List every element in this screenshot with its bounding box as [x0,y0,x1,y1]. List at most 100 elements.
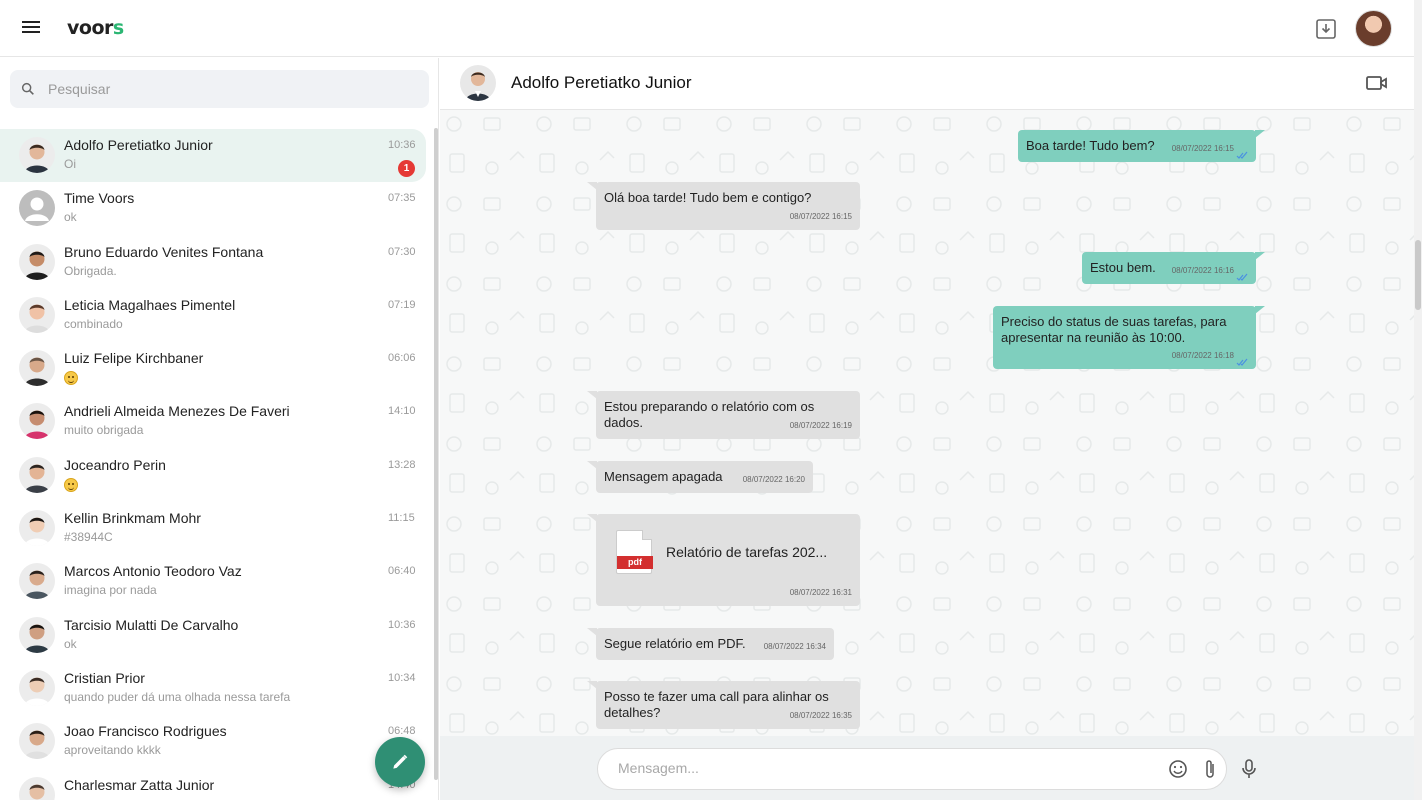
avatar [19,669,55,706]
incoming-message[interactable]: Mensagem apagada 08/07/2022 16:20 [587,461,813,493]
conversation-name: Kellin Brinkmam Mohr [64,510,201,527]
avatar [19,510,55,547]
attach-icon[interactable] [1202,758,1218,780]
last-message-preview: muito obrigada [64,423,144,438]
user-avatar[interactable] [1355,10,1392,47]
conversation-item[interactable]: Cristian Prior quando puder dá uma olhada… [0,662,430,715]
read-receipt-icon [1236,270,1248,281]
message-composer [440,736,1414,800]
message-timestamp: 08/07/2022 16:16 [1171,266,1234,275]
read-receipt-icon [1236,148,1248,159]
message-input[interactable] [618,760,1138,776]
avatar [19,563,55,600]
incoming-message[interactable]: Estou preparando o relatório com os dado… [587,391,860,439]
chat-header: Adolfo Peretiatko Junior [440,58,1414,110]
search-box[interactable] [10,70,429,108]
download-icon[interactable] [1314,17,1338,41]
conversation-item[interactable]: Bruno Eduardo Venites Fontana Obrigada. 07… [0,236,430,289]
chat-background-pattern [440,110,1414,736]
conversation-item[interactable]: Kellin Brinkmam Mohr #38944C 11:15 [0,502,430,555]
conversation-time: 07:30 [388,245,416,258]
smiley-emoji-icon [64,371,78,386]
microphone-icon[interactable] [1240,758,1258,780]
conversation-item[interactable]: Joceandro Perin 13:28 [0,449,430,502]
message-timestamp: 08/07/2022 16:19 [789,421,852,430]
conversation-item[interactable]: Luiz Felipe Kirchbaner 06:06 [0,342,430,395]
last-message-preview: combinado [64,316,123,331]
page-scrollbar[interactable] [1414,0,1422,800]
conversation-time: 07:19 [388,298,416,311]
conversation-name: Tarcisio Mulatti De Carvalho [64,616,239,633]
conversation-item[interactable]: Charlesmar Zatta Junior14:40 [0,769,430,800]
video-call-icon[interactable] [1365,73,1389,93]
message-input-box[interactable] [597,748,1227,790]
conversation-time: 07:35 [388,192,416,205]
avatar [19,296,55,333]
sidebar-scrollbar[interactable] [434,128,438,780]
avatar [19,616,55,653]
conversation-time: 06:40 [388,565,416,578]
conversation-item[interactable]: Leticia Magalhaes Pimentel combinado 07:19 [0,289,430,342]
incoming-message[interactable]: Olá boa tarde! Tudo bem e contigo? 08/07/… [587,182,860,230]
conversation-name: Time Voors [64,190,135,207]
avatar [19,456,55,493]
app-logo[interactable]: voors [67,17,124,39]
avatar [19,350,55,387]
conversation-item[interactable]: Marcos Antonio Teodoro Vaz imagina por na… [0,555,430,608]
emoji-icon[interactable] [1168,759,1188,779]
contact-avatar[interactable] [460,65,496,101]
file-name: Relatório de tarefas 202... [666,544,828,560]
top-bar: voors [0,0,1422,57]
file-attachment[interactable]: pdf Relatório de tarefas 202... [604,522,852,582]
read-receipt-icon [1236,355,1248,366]
conversation-time: 14:10 [388,405,416,418]
message-timestamp: 08/07/2022 16:18 [1171,351,1234,360]
conversation-name: Cristian Prior [64,669,145,686]
conversation-list: Adolfo Peretiatko Junior Oi 10:36 1 Time Voo… [0,129,430,800]
last-message-preview [64,370,78,386]
conversation-name: Andrieli Almeida Menezes De Faveri [64,403,290,420]
last-message-preview: ok [64,636,77,651]
pdf-file-icon: pdf [616,530,653,574]
avatar [19,190,55,227]
last-message-preview: Oi [64,157,76,171]
conversation-time: 06:48 [388,725,416,738]
incoming-message[interactable]: Segue relatório em PDF. 08/07/2022 16:34 [587,628,834,660]
outgoing-message[interactable]: Preciso do status de suas tarefas, para … [993,306,1265,369]
search-icon [21,82,34,95]
last-message-preview: aproveitando kkkk [64,743,161,758]
message-timestamp: 08/07/2022 16:15 [789,212,852,221]
conversation-time: 06:06 [388,352,416,365]
outgoing-message[interactable]: Estou bem. 08/07/2022 16:16 [1082,252,1265,284]
conversation-item[interactable]: Adolfo Peretiatko Junior Oi 10:36 1 [0,129,426,183]
pencil-icon [393,754,408,769]
message-text: Preciso do status de suas tarefas, para … [1001,314,1227,345]
last-message-preview [64,477,78,492]
new-chat-button[interactable] [375,737,425,787]
message-timestamp: 08/07/2022 16:35 [789,711,852,720]
smiley-emoji-icon [64,477,78,492]
incoming-message[interactable]: Posso te fazer uma call para alinhar os … [587,681,860,729]
avatar [19,403,55,440]
conversation-item[interactable]: Joao Francisco Rodrigues aproveitando kkk… [0,715,430,768]
message-text: Olá boa tarde! Tudo bem e contigo? [604,190,812,205]
incoming-message[interactable]: pdf Relatório de tarefas 202... 08/07/2022… [587,514,860,606]
conversation-time: 13:28 [388,458,416,471]
unread-badge: 1 [398,160,415,177]
conversation-name: Charlesmar Zatta Junior [64,776,215,793]
message-area[interactable]: Boa tarde! Tudo bem? 08/07/2022 16:15 Olá … [440,110,1414,736]
outgoing-message[interactable]: Boa tarde! Tudo bem? 08/07/2022 16:15 [1018,130,1265,162]
message-timestamp: 08/07/2022 16:34 [763,642,826,651]
chat-title: Adolfo Peretiatko Junior [511,73,692,92]
conversation-name: Marcos Antonio Teodoro Vaz [64,563,242,580]
conversation-name: Bruno Eduardo Venites Fontana [64,243,264,260]
search-input[interactable] [48,81,408,97]
menu-icon[interactable] [22,18,42,38]
conversation-item[interactable]: Time Voors ok 07:35 [0,182,430,235]
last-message-preview: Obrigada. [64,263,117,278]
message-timestamp: 08/07/2022 16:15 [1171,144,1234,153]
conversation-time: 10:34 [388,671,416,684]
conversation-item[interactable]: Andrieli Almeida Menezes De Faveri muito … [0,395,430,448]
avatar [19,723,55,760]
conversation-item[interactable]: Tarcisio Mulatti De Carvalho ok 10:36 [0,609,430,662]
